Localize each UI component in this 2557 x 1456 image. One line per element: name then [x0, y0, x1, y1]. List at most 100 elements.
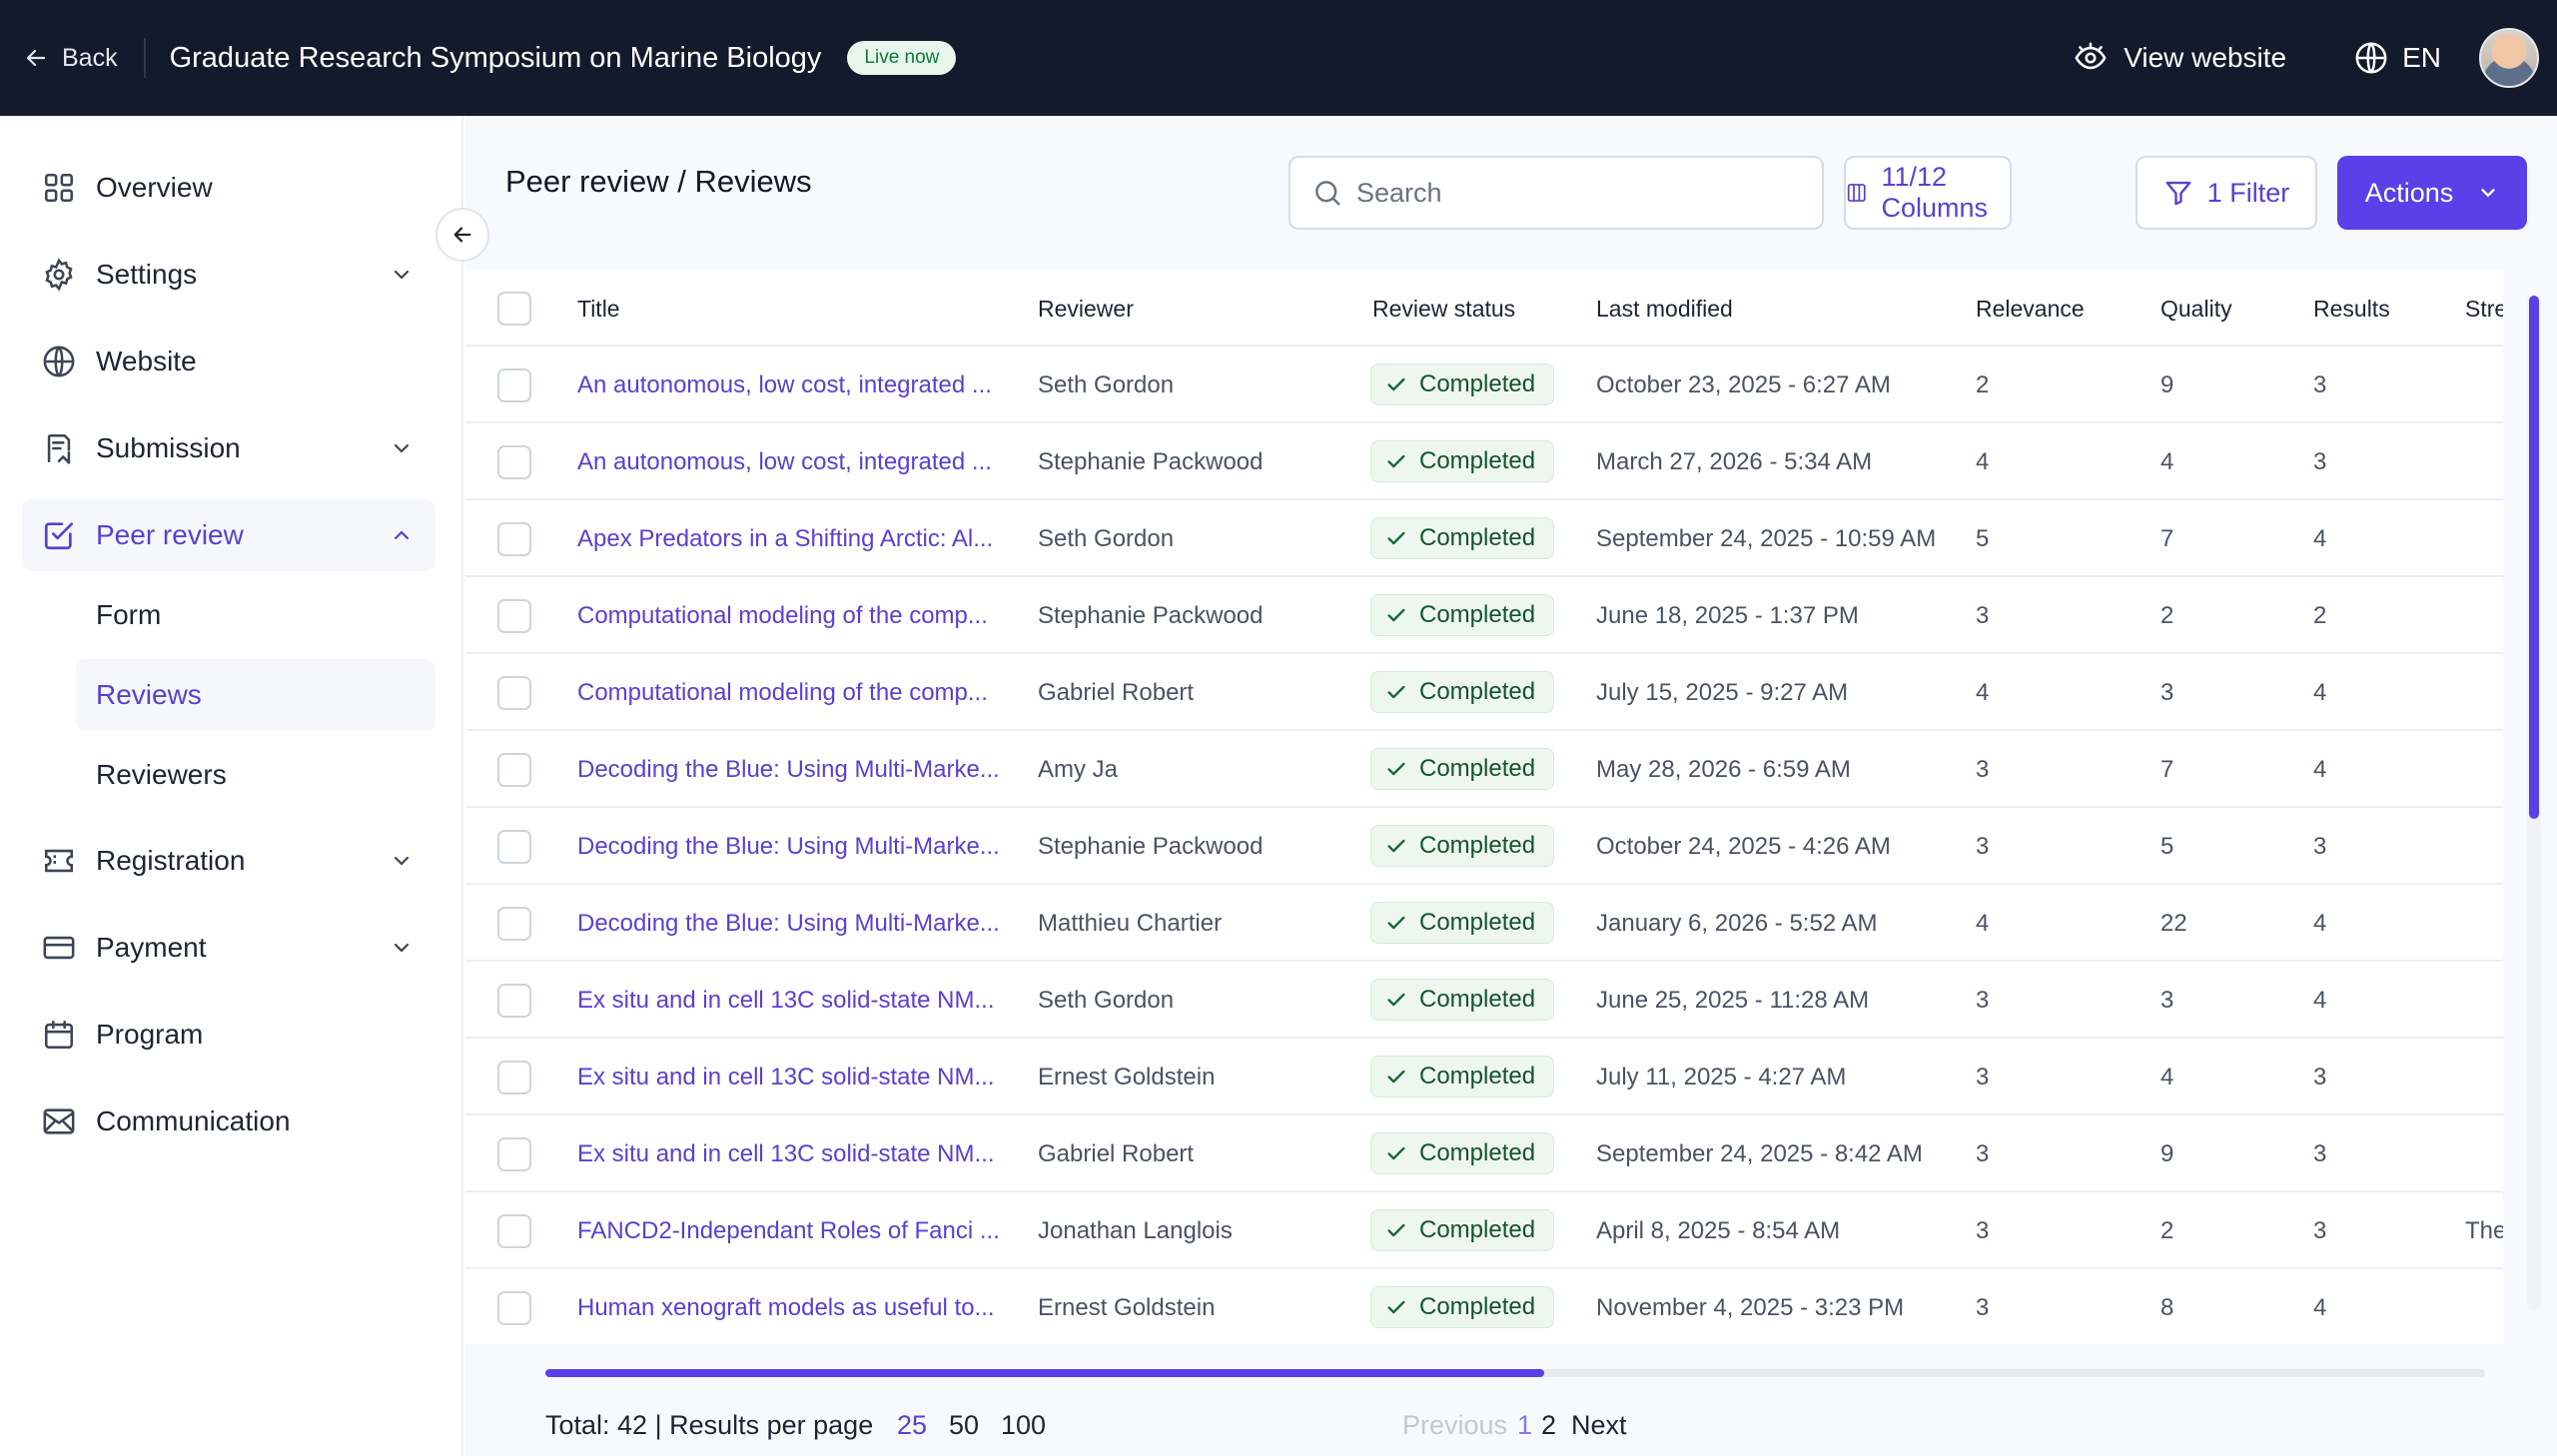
view-website-button[interactable]: View website [2074, 41, 2286, 75]
cell-results: 4 [2313, 679, 2327, 706]
table-row[interactable]: Ex situ and in cell 13C solid-state NM..… [465, 1115, 2503, 1192]
sidebar-item-website[interactable]: Website [22, 326, 435, 397]
page-2-button[interactable]: 2 [1541, 1410, 1556, 1441]
sidebar-item-label: Overview [96, 172, 213, 203]
cell-reviewer: Stephanie Packwood [1038, 602, 1264, 629]
select-all-checkbox[interactable] [497, 292, 531, 326]
cell-title[interactable]: Ex situ and in cell 13C solid-state NM..… [577, 987, 995, 1015]
back-label: Back [62, 43, 118, 72]
row-checkbox[interactable] [497, 522, 531, 556]
table-row[interactable]: Ex situ and in cell 13C solid-state NM..… [465, 962, 2503, 1039]
cell-title[interactable]: Computational modeling of the comp... [577, 602, 988, 630]
column-header-reviewer[interactable]: Reviewer [1038, 296, 1134, 323]
row-checkbox[interactable] [497, 368, 531, 402]
row-checkbox[interactable] [497, 1061, 531, 1094]
sidebar-item-registration[interactable]: Registration [22, 825, 435, 897]
sidebar-subitem-reviews[interactable]: Reviews [76, 659, 435, 731]
cell-title[interactable]: Decoding the Blue: Using Multi-Marke... [577, 910, 1000, 938]
row-checkbox[interactable] [497, 984, 531, 1018]
column-header-title[interactable]: Title [577, 296, 620, 323]
cell-title[interactable]: Decoding the Blue: Using Multi-Marke... [577, 833, 1000, 861]
column-header-review-status[interactable]: Review status [1372, 296, 1515, 323]
table-row[interactable]: Decoding the Blue: Using Multi-Marke... S… [465, 808, 2503, 885]
sidebar-item-payment[interactable]: Payment [22, 912, 435, 984]
next-page-button[interactable]: Next [1571, 1410, 1627, 1441]
actions-label: Actions [2364, 177, 2454, 208]
sidebar-item-communication[interactable]: Communication [22, 1086, 435, 1157]
row-checkbox[interactable] [497, 1137, 531, 1171]
row-checkbox[interactable] [497, 1214, 531, 1248]
cell-relevance: 3 [1976, 1217, 1990, 1244]
language-label: EN [2402, 42, 2441, 73]
cell-quality: 3 [2160, 987, 2174, 1014]
column-header-quality[interactable]: Quality [2160, 296, 2232, 323]
row-checkbox[interactable] [497, 830, 531, 864]
sidebar-subitem-reviewers[interactable]: Reviewers [76, 739, 435, 811]
search-box[interactable] [1288, 156, 1824, 230]
sidebar-item-peer-review[interactable]: Peer review [22, 499, 435, 571]
cell-title[interactable]: Computational modeling of the comp... [577, 679, 988, 707]
sidebar-item-label: Website [96, 346, 197, 376]
ticket-icon [44, 849, 74, 873]
sidebar-subitem-form[interactable]: Form [76, 579, 435, 651]
column-header-strengths[interactable]: Stre [2465, 296, 2503, 323]
column-header-relevance[interactable]: Relevance [1976, 296, 2085, 323]
horizontal-scrollbar-thumb[interactable] [545, 1369, 1544, 1377]
row-checkbox[interactable] [497, 1291, 531, 1325]
row-checkbox[interactable] [497, 907, 531, 941]
status-badge: Completed [1370, 440, 1555, 482]
actions-dropdown-button[interactable]: Actions [2337, 156, 2527, 230]
filter-button[interactable]: 1 Filter [2135, 156, 2317, 230]
sidebar-item-submission[interactable]: Submission [22, 412, 435, 484]
grid-icon [44, 173, 74, 203]
cell-title[interactable]: Ex situ and in cell 13C solid-state NM..… [577, 1064, 995, 1092]
table-row[interactable]: An autonomous, low cost, integrated ... S… [465, 347, 2503, 423]
cell-last-modified: July 11, 2025 - 4:27 AM [1596, 1064, 1847, 1091]
cell-title[interactable]: An autonomous, low cost, integrated ... [577, 371, 992, 399]
search-input[interactable] [1356, 177, 1796, 209]
column-header-last-modified[interactable]: Last modified [1596, 296, 1733, 323]
language-selector[interactable]: EN [2354, 41, 2441, 75]
status-label: Completed [1419, 601, 1536, 628]
view-website-label: View website [2124, 42, 2287, 73]
back-button[interactable]: Back [24, 44, 118, 73]
cell-title[interactable]: Ex situ and in cell 13C solid-state NM..… [577, 1140, 995, 1168]
vertical-scrollbar-thumb[interactable] [2529, 296, 2539, 819]
table-row[interactable]: Human xenograft models as useful to... Er… [465, 1269, 2503, 1344]
previous-page-button[interactable]: Previous [1402, 1410, 1507, 1441]
row-checkbox[interactable] [497, 445, 531, 479]
row-checkbox[interactable] [497, 599, 531, 633]
cell-title[interactable]: An autonomous, low cost, integrated ... [577, 448, 992, 476]
row-checkbox[interactable] [497, 676, 531, 710]
per-page-option-100[interactable]: 100 [1001, 1410, 1046, 1441]
row-checkbox[interactable] [497, 753, 531, 787]
cell-title[interactable]: FANCD2-Independant Roles of Fanci ... [577, 1217, 1000, 1245]
columns-button[interactable]: 11/12 Columns [1844, 156, 2012, 230]
user-avatar[interactable] [2479, 28, 2539, 88]
arrow-left-icon [453, 227, 471, 243]
check-icon [1387, 762, 1405, 776]
per-page-option-25[interactable]: 25 [897, 1410, 927, 1441]
table-row[interactable]: Decoding the Blue: Using Multi-Marke... A… [465, 731, 2503, 808]
table-row[interactable]: Apex Predators in a Shifting Arctic: Al.… [465, 500, 2503, 577]
table-row[interactable]: An autonomous, low cost, integrated ... S… [465, 423, 2503, 500]
table-row[interactable]: FANCD2-Independant Roles of Fanci ... Jon… [465, 1192, 2503, 1269]
table-row[interactable]: Computational modeling of the comp... Ste… [465, 577, 2503, 654]
cell-last-modified: September 24, 2025 - 8:42 AM [1596, 1140, 1923, 1167]
sidebar-item-label: Settings [96, 259, 198, 290]
column-header-results[interactable]: Results [2313, 296, 2390, 323]
sidebar-item-program[interactable]: Program [22, 999, 435, 1071]
sidebar-item-settings[interactable]: Settings [22, 239, 435, 311]
check-icon [1387, 1146, 1405, 1160]
cell-title[interactable]: Apex Predators in a Shifting Arctic: Al.… [577, 525, 993, 553]
table-row[interactable]: Computational modeling of the comp... Gab… [465, 654, 2503, 731]
cell-title[interactable]: Human xenograft models as useful to... [577, 1294, 995, 1322]
table-row[interactable]: Ex situ and in cell 13C solid-state NM..… [465, 1039, 2503, 1115]
cell-title[interactable]: Decoding the Blue: Using Multi-Marke... [577, 756, 1000, 784]
page-1-button[interactable]: 1 [1517, 1410, 1532, 1441]
per-page-option-50[interactable]: 50 [949, 1410, 979, 1441]
table-row[interactable]: Decoding the Blue: Using Multi-Marke... M… [465, 885, 2503, 962]
sidebar-item-overview[interactable]: Overview [22, 152, 435, 224]
check-icon [1387, 839, 1405, 853]
collapse-sidebar-button[interactable] [435, 208, 489, 262]
